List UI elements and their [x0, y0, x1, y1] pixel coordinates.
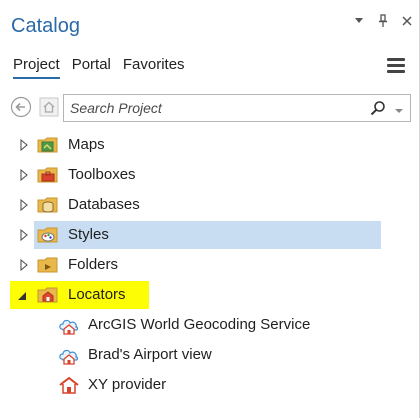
search-dropdown-icon[interactable] [394, 103, 404, 113]
catalog-pane: Catalog Project Portal Favorites Search … [0, 0, 420, 418]
locator-item-label: Brad's Airport view [88, 346, 212, 363]
world-locator-icon [59, 349, 79, 365]
search-row [9, 92, 414, 122]
tree-item-styles[interactable]: Styles [0, 220, 420, 250]
expand-arrow-icon[interactable] [19, 169, 29, 181]
pane-titlebar: Catalog [0, 0, 420, 40]
pane-title-buttons [352, 13, 414, 29]
tab-portal[interactable]: Portal [72, 56, 111, 79]
expand-arrow-icon[interactable] [19, 259, 29, 271]
tree-item-maps[interactable]: Maps [0, 130, 420, 160]
tree-item-label: Styles [68, 226, 109, 243]
collapse-arrow-icon[interactable] [17, 290, 27, 302]
tree-item-databases[interactable]: Databases [0, 190, 420, 220]
chevron-down-icon[interactable] [352, 13, 366, 29]
tree-item-locators[interactable]: Locators [0, 280, 420, 310]
home-icon[interactable] [39, 97, 59, 117]
tree-item-label: Locators [68, 286, 126, 303]
pane-title: Catalog [11, 15, 80, 37]
search-box [63, 94, 411, 122]
locator-item-label: XY provider [88, 376, 167, 393]
back-arrow-icon[interactable] [10, 96, 32, 118]
expand-arrow-icon[interactable] [19, 139, 29, 151]
expand-arrow-icon[interactable] [19, 229, 29, 241]
search-icon[interactable] [370, 100, 386, 116]
locator-item-label: ArcGIS World Geocoding Service [88, 316, 311, 333]
databases-folder-icon [37, 197, 58, 213]
search-input[interactable] [64, 95, 364, 121]
maps-folder-icon [37, 137, 58, 153]
house-locator-icon [59, 376, 79, 394]
world-locator-icon [59, 319, 79, 335]
folders-folder-icon [37, 257, 58, 273]
tree-item-label: Folders [68, 256, 119, 273]
close-icon[interactable] [400, 13, 414, 29]
tree-item-folders[interactable]: Folders [0, 250, 420, 280]
toolboxes-folder-icon [37, 167, 58, 183]
locators-folder-icon [37, 287, 58, 303]
tree-item-toolboxes[interactable]: Toolboxes [0, 160, 420, 190]
tree-item-label: Toolboxes [68, 166, 136, 183]
pin-icon[interactable] [376, 13, 390, 29]
hamburger-menu-icon[interactable] [387, 58, 405, 74]
expand-arrow-icon[interactable] [19, 199, 29, 211]
tab-favorites[interactable]: Favorites [123, 56, 185, 79]
tab-project[interactable]: Project [13, 56, 60, 79]
tree-item-label: Databases [68, 196, 140, 213]
locator-item-world-geocoding[interactable]: ArcGIS World Geocoding Service [0, 310, 420, 340]
tree-item-label: Maps [68, 136, 105, 153]
catalog-tabs: Project Portal Favorites [13, 56, 185, 79]
styles-folder-icon [37, 227, 58, 243]
locator-item-airport-view[interactable]: Brad's Airport view [0, 340, 420, 370]
locator-item-xy-provider[interactable]: XY provider [0, 370, 420, 400]
